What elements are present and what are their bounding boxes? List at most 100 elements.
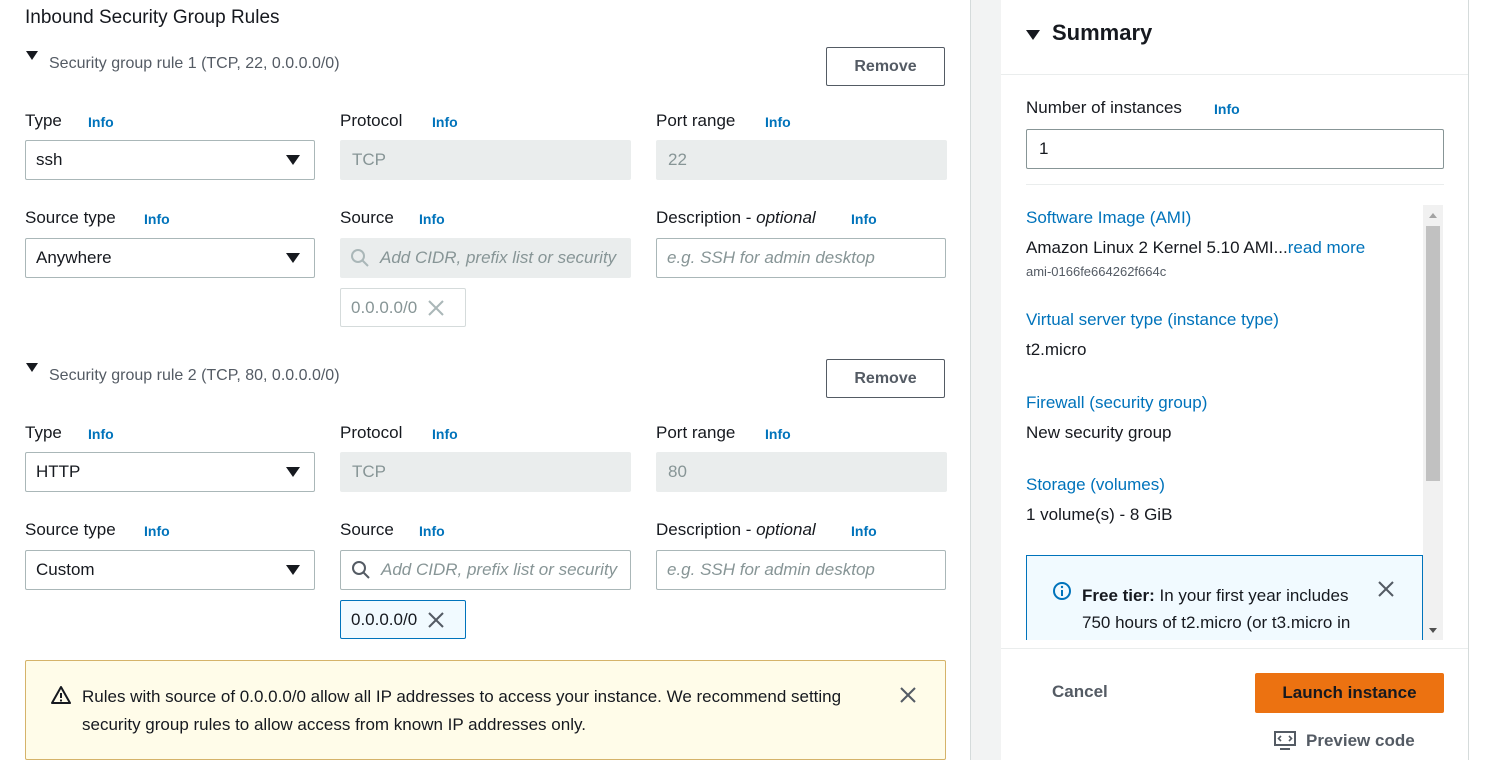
caret-down-icon[interactable] [1026, 30, 1040, 40]
instance-type-link[interactable]: Virtual server type (instance type) [1026, 310, 1279, 330]
rule-2-source-type-info-link[interactable]: Info [144, 523, 170, 539]
rule-2-source-info-link[interactable]: Info [419, 523, 445, 539]
close-icon[interactable] [1377, 580, 1395, 598]
rule-1-remove-button[interactable]: Remove [826, 47, 945, 86]
free-tier-text: Free tier: In your first year includes 7… [1082, 582, 1362, 640]
warning-icon [51, 686, 71, 704]
rule-2-port-field: 80 [656, 452, 947, 492]
rule-2-type-label: Type [25, 423, 62, 442]
instances-input[interactable]: 1 [1026, 129, 1444, 169]
rule-2-type-info-link[interactable]: Info [88, 426, 114, 442]
close-icon [428, 299, 444, 316]
rule-2-description-label-text: Description - [656, 520, 757, 539]
cancel-button[interactable]: Cancel [1052, 682, 1108, 702]
security-rules-panel: Inbound Security Group Rules Security gr… [0, 0, 972, 760]
firewall-link[interactable]: Firewall (security group) [1026, 393, 1207, 413]
chevron-down-icon [286, 467, 300, 477]
search-icon [351, 249, 369, 267]
rule-1-protocol-label: Protocol [340, 111, 403, 130]
rule-2-protocol-info-link[interactable]: Info [432, 426, 458, 442]
rule-2-title[interactable]: Security group rule 2 (TCP, 80, 0.0.0.0/… [49, 367, 340, 385]
rule-2-source-type-label: Source type [25, 520, 116, 539]
rule-1-type-value: ssh [36, 150, 63, 169]
summary-title: Summary [1052, 20, 1153, 45]
rule-1-protocol-info-link[interactable]: Info [432, 114, 458, 130]
scroll-down-icon[interactable] [1429, 628, 1437, 633]
firewall-value: New security group [1026, 423, 1172, 442]
rule-1-type-info-link[interactable]: Info [88, 114, 114, 130]
rule-1-source-type-info-link[interactable]: Info [144, 211, 170, 227]
rule-2-source-type-value: Custom [36, 560, 95, 579]
scroll-up-icon[interactable] [1429, 213, 1437, 218]
rule-1-type-select[interactable]: ssh [25, 140, 315, 180]
footer-divider [1001, 648, 1468, 649]
rule-1-caret-icon[interactable] [26, 51, 38, 60]
summary-panel: Summary Number of instances Info 1 Softw… [1001, 0, 1469, 760]
rule-2-source-search-input[interactable]: Add CIDR, prefix list or security [340, 550, 631, 590]
close-icon[interactable] [899, 686, 917, 704]
free-tier-bold: Free tier: [1082, 586, 1155, 605]
rule-2-description-label: Description - optional [656, 520, 816, 540]
rule-1-description-optional: optional [756, 208, 816, 227]
storage-value: 1 volume(s) - 8 GiB [1026, 505, 1173, 524]
rule-2-description-info-link[interactable]: Info [851, 523, 877, 539]
info-circle-icon [1053, 582, 1071, 600]
ami-link[interactable]: Software Image (AMI) [1026, 208, 1191, 228]
rule-1-port-field: 22 [656, 140, 947, 180]
rule-2-remove-button[interactable]: Remove [826, 359, 945, 398]
rule-2-source-token-label: 0.0.0.0/0 [351, 609, 418, 629]
rule-2-type-select[interactable]: HTTP [25, 452, 315, 492]
instance-type-value: t2.micro [1026, 340, 1087, 359]
page-margin [1469, 0, 1494, 760]
rule-1-description-label: Description - optional [656, 208, 816, 228]
rule-1-description-input[interactable]: e.g. SSH for admin desktop [656, 238, 946, 278]
rule-1-description-info-link[interactable]: Info [851, 211, 877, 227]
rule-1-port-label: Port range [656, 111, 736, 130]
rule-1-source-placeholder: Add CIDR, prefix list or security [380, 248, 617, 267]
rule-2-source-type-select[interactable]: Custom [25, 550, 315, 590]
close-icon[interactable] [427, 611, 445, 629]
rule-1-source-type-select[interactable]: Anywhere [25, 238, 315, 278]
instances-info-link[interactable]: Info [1214, 101, 1240, 117]
rule-1-source-info-link[interactable]: Info [419, 211, 445, 227]
preview-code-button[interactable]: Preview code [1274, 731, 1415, 751]
rule-2-description-input[interactable]: e.g. SSH for admin desktop [656, 550, 946, 590]
ami-read-more-link[interactable]: read more [1288, 238, 1365, 257]
rule-1-source-token: 0.0.0.0/0 [340, 288, 466, 327]
rule-1-source-label: Source [340, 208, 394, 227]
chevron-down-icon [286, 253, 300, 263]
rule-2-description-optional: optional [756, 520, 816, 539]
rule-1-description-label-text: Description - [656, 208, 757, 227]
open-access-warning-alert: Rules with source of 0.0.0.0/0 allow all… [25, 660, 946, 760]
rule-1-title[interactable]: Security group rule 1 (TCP, 22, 0.0.0.0/… [49, 55, 340, 73]
storage-link[interactable]: Storage (volumes) [1026, 475, 1165, 495]
ami-value: Amazon Linux 2 Kernel 5.10 AMI...read mo… [1026, 238, 1365, 258]
rule-1-source-type-value: Anywhere [36, 248, 112, 267]
preview-code-label: Preview code [1306, 731, 1415, 750]
rule-2-source-placeholder: Add CIDR, prefix list or security [381, 560, 618, 579]
search-icon [352, 561, 370, 579]
scroll-thumb[interactable] [1426, 226, 1440, 481]
panel-gutter [970, 0, 1001, 760]
launch-instance-button[interactable]: Launch instance [1255, 673, 1444, 713]
rule-1-source-type-label: Source type [25, 208, 116, 227]
chevron-down-icon [286, 155, 300, 165]
summary-scrollbar[interactable] [1423, 205, 1443, 640]
rule-1-source-token-label: 0.0.0.0/0 [351, 297, 418, 317]
code-preview-icon [1274, 731, 1296, 750]
free-tier-alert: Free tier: In your first year includes 7… [1026, 555, 1423, 640]
rule-2-port-info-link[interactable]: Info [765, 426, 791, 442]
rule-1-source-search-input: Add CIDR, prefix list or security [340, 238, 631, 278]
section-title: Inbound Security Group Rules [25, 7, 280, 28]
rule-2-port-label: Port range [656, 423, 736, 442]
warning-text: Rules with source of 0.0.0.0/0 allow all… [82, 687, 842, 734]
ami-id: ami-0166fe664262f664c [1026, 264, 1167, 279]
rule-2-caret-icon[interactable] [26, 363, 38, 372]
summary-header[interactable]: Summary [1001, 0, 1468, 75]
rule-1-port-info-link[interactable]: Info [765, 114, 791, 130]
summary-scroll-area: Software Image (AMI) Amazon Linux 2 Kern… [1026, 205, 1444, 640]
rule-2-source-token[interactable]: 0.0.0.0/0 [340, 600, 466, 639]
rule-2-source-label: Source [340, 520, 394, 539]
rule-2-protocol-label: Protocol [340, 423, 403, 442]
divider [1026, 184, 1444, 185]
